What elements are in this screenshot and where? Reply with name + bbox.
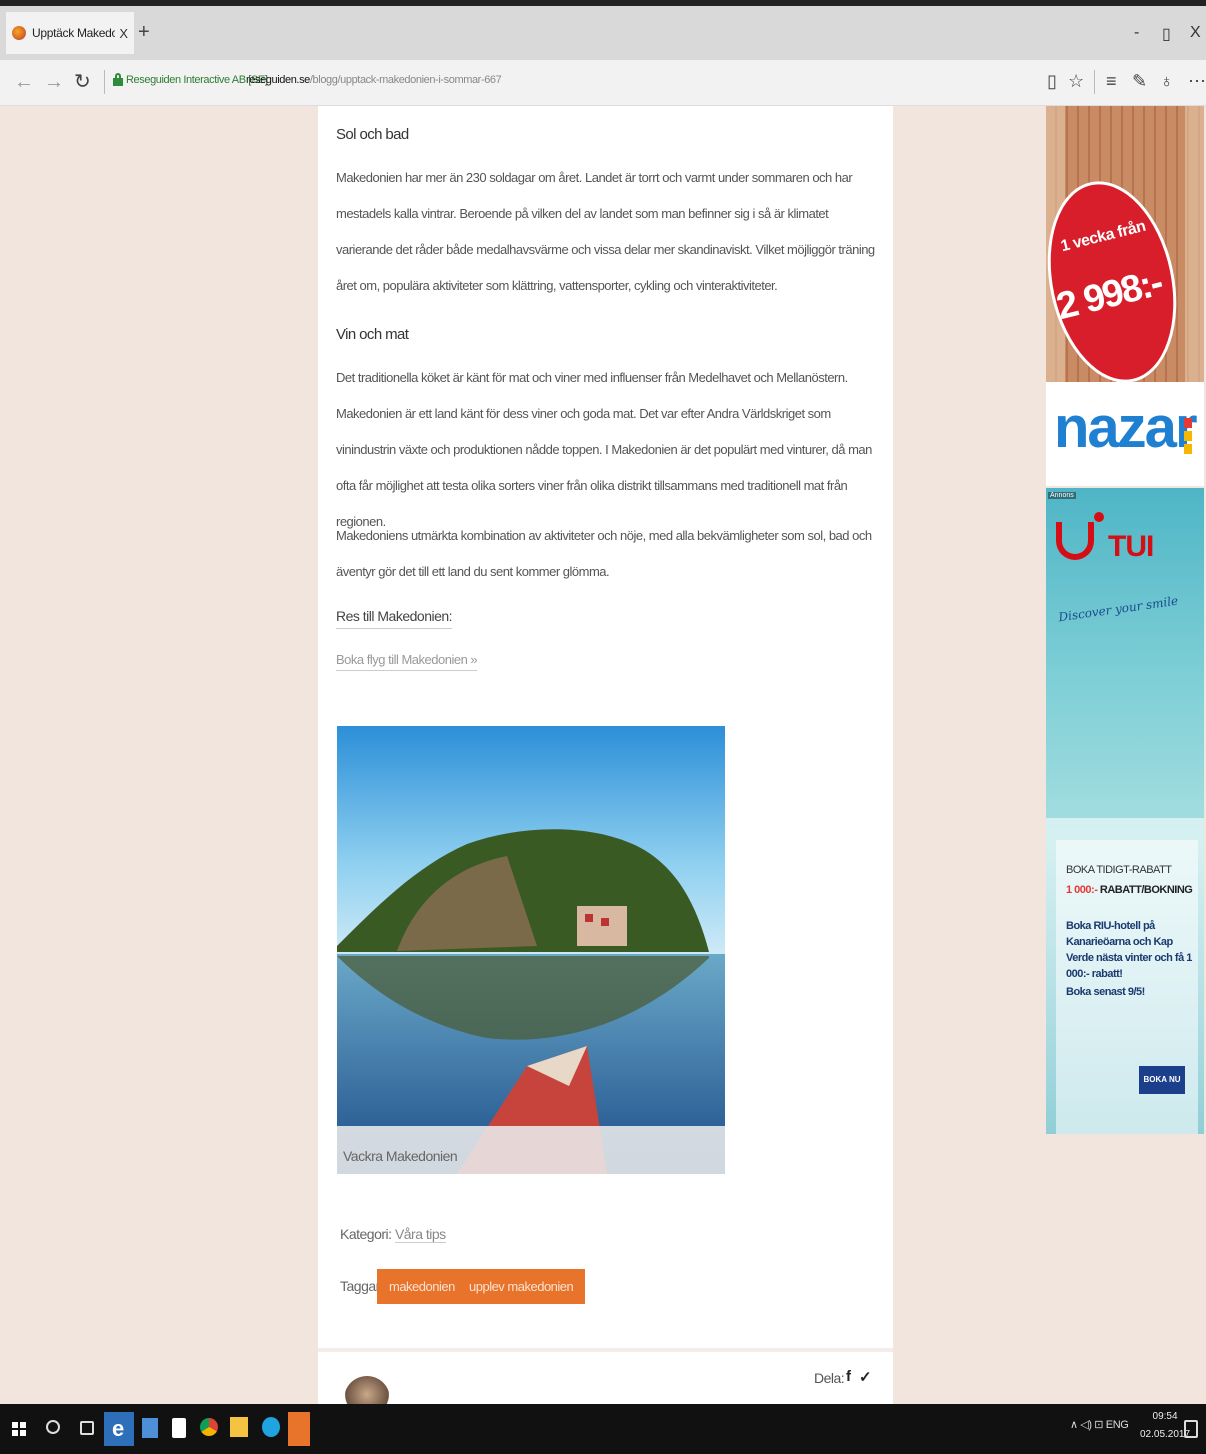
- tag-makedonien[interactable]: makedonien: [377, 1269, 467, 1304]
- tui-advert[interactable]: Annons TUI Discover your smile BOKA TIDI…: [1046, 488, 1204, 1134]
- tag-upplev-makedonien[interactable]: upplev makedonien: [457, 1269, 586, 1304]
- address-bar: ← → ↻ Reseguiden Interactive AB [SE] res…: [0, 60, 1206, 106]
- site-favicon-icon: [12, 26, 26, 40]
- section-text-vin-och-mat: Det traditionella köket är känt för mat …: [336, 370, 872, 529]
- book-now-button[interactable]: BOKA NU: [1139, 1066, 1185, 1094]
- new-tab-button[interactable]: +: [138, 22, 150, 42]
- article-image[interactable]: Vackra Makedonien: [337, 726, 725, 1174]
- image-caption: Vackra Makedonien: [343, 1148, 458, 1164]
- nazar-advert[interactable]: 1 vecka från 2 998:- nazar: [1046, 106, 1204, 486]
- clock[interactable]: 09:54 02.05.2017: [1140, 1408, 1190, 1444]
- offer-deadline: Boka senast 9/5!: [1066, 986, 1145, 998]
- facebook-icon[interactable]: f: [846, 1368, 851, 1385]
- search-icon[interactable]: [46, 1420, 60, 1434]
- toolbar-divider: [1094, 70, 1095, 94]
- tab-close-button[interactable]: X: [119, 26, 128, 41]
- reading-view-icon[interactable]: ▯: [1047, 70, 1057, 92]
- offer-title: BOKA TIDIGT-RABATT: [1066, 864, 1172, 876]
- tui-logo: TUI: [1108, 530, 1154, 563]
- caption-overlay: Vackra Makedonien: [337, 1126, 725, 1174]
- category-line: Kategori: Våra tips: [340, 1226, 446, 1243]
- edge-browser-icon[interactable]: e: [104, 1412, 134, 1446]
- clock-time: 09:54: [1152, 1411, 1178, 1422]
- forward-arrow-icon[interactable]: →: [44, 70, 64, 94]
- twitter-icon[interactable]: ✓: [859, 1368, 872, 1386]
- minimize-button[interactable]: -: [1134, 24, 1139, 42]
- hub-icon[interactable]: ≡: [1106, 70, 1117, 92]
- chrome-icon[interactable]: [200, 1418, 218, 1436]
- web-note-icon[interactable]: ✎: [1132, 70, 1147, 92]
- tui-smile-logo-icon: [1056, 522, 1094, 560]
- task-view-icon[interactable]: [80, 1421, 94, 1435]
- travel-heading: Res till Makedonien:: [336, 608, 453, 629]
- windows-start-icon[interactable]: [12, 1422, 26, 1436]
- active-app-icon[interactable]: [288, 1412, 310, 1446]
- windows-taskbar: e ∧ ◁) ⊡ ENG 09:54 02.05.2017: [0, 1404, 1206, 1454]
- maximize-button[interactable]: ▯: [1162, 24, 1171, 44]
- file-explorer-icon[interactable]: [142, 1418, 158, 1438]
- closing-paragraph: Makedoniens utmärkta kombination av akti…: [336, 528, 872, 579]
- more-menu-icon[interactable]: ⋯: [1188, 70, 1206, 92]
- offer-discount: 1 000:- RABATT/BOKNING: [1066, 884, 1193, 896]
- section-divider: [318, 1348, 893, 1352]
- lake-ohrid-photo: [337, 726, 725, 1174]
- nazar-logo-mark-icon: [1184, 418, 1192, 458]
- system-tray[interactable]: ∧ ◁) ⊡ ENG: [1070, 1418, 1129, 1431]
- section-heading-sol-och-bad: Sol och bad: [336, 126, 409, 143]
- refresh-icon[interactable]: ↻: [74, 70, 91, 94]
- notification-center-icon[interactable]: [1184, 1420, 1198, 1438]
- share-icon[interactable]: ♁: [1160, 70, 1174, 92]
- skype-icon[interactable]: [262, 1417, 280, 1437]
- book-flight-link[interactable]: Boka flyg till Makedonien »: [336, 652, 478, 671]
- advert-label: Annons: [1048, 492, 1076, 499]
- sticky-notes-icon[interactable]: [230, 1417, 248, 1437]
- share-label: Dela:: [814, 1370, 845, 1386]
- tab-title: Upptäck Makedonien i s: [32, 26, 116, 40]
- toolbar-divider: [104, 70, 105, 94]
- url-field[interactable]: reseguiden.se/blogg/upptack-makedonien-i…: [246, 74, 502, 86]
- offer-description: Boka RIU-hotell på Kanarieöarna och Kap …: [1066, 920, 1192, 980]
- article-content: Sol och bad Makedonien har mer än 230 so…: [318, 106, 893, 1422]
- section-heading-vin-och-mat: Vin och mat: [336, 326, 409, 343]
- back-arrow-icon[interactable]: ←: [14, 70, 34, 94]
- store-icon[interactable]: [172, 1418, 186, 1438]
- url-domain: reseguiden.se: [246, 74, 310, 86]
- clock-date: 02.05.2017: [1140, 1429, 1191, 1440]
- browser-tab-bar: Upptäck Makedonien i s X + - ▯ X: [0, 0, 1206, 60]
- url-path: /blogg/upptack-makedonien-i-sommar-667: [309, 74, 502, 86]
- close-window-button[interactable]: X: [1190, 24, 1201, 42]
- favorite-star-icon[interactable]: ☆: [1068, 70, 1084, 92]
- tui-slogan: Discover your smile: [1057, 593, 1179, 625]
- browser-tab[interactable]: Upptäck Makedonien i s X: [6, 12, 134, 54]
- section-text-sol-och-bad: Makedonien har mer än 230 soldagar om år…: [336, 170, 875, 293]
- category-label: Kategori:: [340, 1226, 392, 1242]
- lock-icon[interactable]: [113, 73, 123, 87]
- nazar-logo: nazar: [1054, 395, 1198, 460]
- category-link[interactable]: Våra tips: [394, 1226, 446, 1243]
